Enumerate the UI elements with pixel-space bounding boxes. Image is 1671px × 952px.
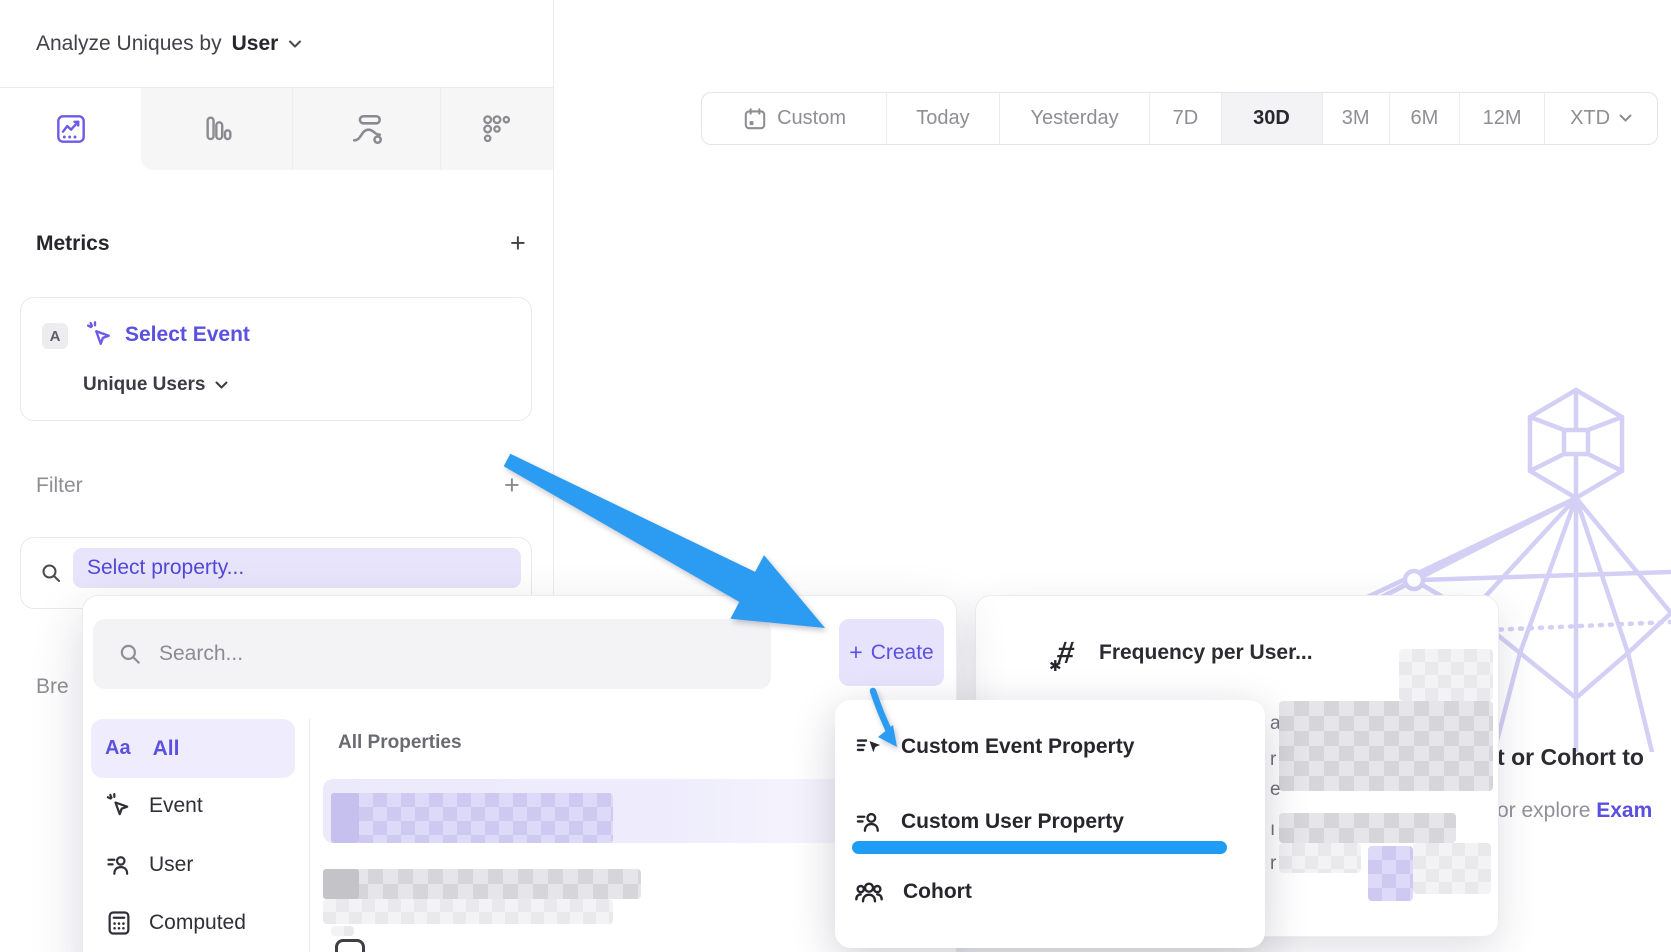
breakdown-section-title: Bre [36, 675, 69, 699]
calendar-icon [742, 106, 768, 132]
redacted-block [1279, 701, 1493, 791]
redacted-block [1279, 813, 1456, 843]
category-user[interactable]: User [105, 851, 193, 879]
date-option-today[interactable]: Today [886, 93, 999, 144]
create-button[interactable]: + Create [839, 619, 944, 686]
analyze-by-selector[interactable]: User [232, 32, 279, 56]
tab-retention[interactable] [440, 88, 553, 170]
search-placeholder: Search... [159, 642, 243, 666]
select-event-button[interactable]: Select Event [125, 323, 250, 347]
user-icon [105, 851, 133, 879]
examples-link[interactable]: Exam [1596, 799, 1652, 822]
property-search-input[interactable]: Search... [93, 619, 771, 689]
redacted-property-icon [323, 869, 359, 899]
date-option-30d-selected[interactable]: 30D [1221, 93, 1322, 144]
tab-insights-selected[interactable] [0, 88, 141, 170]
redacted-block [1279, 843, 1361, 873]
metrics-section-title: Metrics [36, 232, 110, 256]
frequency-panel-title: Frequency per User... [1099, 641, 1313, 665]
chevron-down-icon [215, 381, 228, 390]
add-filter-button[interactable]: + [504, 475, 520, 495]
text-format-icon: Aa [105, 737, 131, 760]
redacted-stub [331, 926, 354, 936]
annotation-underline [852, 841, 1227, 854]
redacted-text-fragment: ı [1270, 819, 1275, 841]
create-menu-popup: Custom Event Property Custom User Proper… [835, 700, 1265, 948]
date-option-xtd[interactable]: XTD [1544, 93, 1657, 144]
tab-bar-chart[interactable] [141, 88, 291, 170]
analyze-uniques-row: Analyze Uniques by User [36, 24, 302, 64]
redacted-block [1413, 843, 1491, 894]
empty-state-heading: nt or Cohort to [1483, 744, 1644, 771]
date-option-custom[interactable]: Custom [702, 93, 886, 144]
date-option-6m[interactable]: 6M [1389, 93, 1459, 144]
redacted-property-name [331, 793, 613, 843]
search-icon [39, 561, 63, 585]
filter-section-title: Filter [36, 474, 83, 498]
flows-tab-icon [350, 112, 384, 146]
date-option-3m[interactable]: 3M [1322, 93, 1389, 144]
property-selector-dropdown: Search... + Create Aa All Event User Com… [82, 595, 957, 952]
empty-state-subtext: or explore Exam [1497, 799, 1652, 823]
insights-tab-icon [55, 113, 87, 145]
tab-flows[interactable] [292, 88, 440, 170]
hash-frequency-icon: #✱ [1049, 641, 1085, 677]
date-option-12m[interactable]: 12M [1459, 93, 1544, 144]
retention-tab-icon [481, 113, 513, 145]
cohort-icon [853, 876, 885, 908]
custom-event-property-icon [855, 733, 883, 761]
computed-icon [105, 909, 133, 937]
aggregation-selector[interactable]: Unique Users [83, 374, 228, 396]
menu-item-cohort[interactable]: Cohort [853, 878, 972, 906]
custom-user-property-icon [855, 808, 883, 836]
category-all-selected[interactable]: Aa All [91, 719, 295, 778]
chevron-down-icon[interactable] [288, 40, 302, 49]
category-event[interactable]: Event [105, 792, 203, 820]
plus-icon: + [849, 639, 862, 666]
add-metric-button[interactable]: + [510, 233, 526, 253]
event-spark-icon [85, 320, 115, 350]
redacted-block-purple [1368, 846, 1413, 901]
chart-type-tabs [0, 87, 553, 170]
metric-card[interactable]: A Select Event Unique Users [20, 297, 532, 421]
redacted-block [1399, 649, 1493, 701]
category-computed[interactable]: Computed [105, 909, 246, 937]
date-option-7d[interactable]: 7D [1149, 93, 1220, 144]
redacted-text-fragment: r [1270, 853, 1276, 875]
search-icon [117, 641, 143, 667]
redacted-text-fragment: r [1270, 749, 1276, 771]
redacted-property-row[interactable] [323, 869, 641, 899]
event-spark-icon [105, 792, 133, 820]
date-range-control: Custom Today Yesterday 7D 30D 3M 6M 12M … [701, 92, 1658, 145]
analyze-label: Analyze Uniques by [36, 32, 222, 56]
bar-chart-tab-icon [201, 113, 233, 145]
redacted-property-row[interactable] [323, 899, 613, 924]
series-badge: A [42, 323, 68, 349]
chevron-down-icon [1619, 114, 1632, 123]
property-list-header: All Properties [338, 732, 462, 754]
menu-item-custom-user-property[interactable]: Custom User Property [855, 808, 1124, 836]
empty-state-subtext-muted: or explore [1497, 799, 1596, 822]
date-option-yesterday[interactable]: Yesterday [999, 93, 1149, 144]
redacted-property-icon [331, 793, 359, 843]
menu-item-custom-event-property[interactable]: Custom Event Property [855, 733, 1134, 761]
select-property-input[interactable]: Select property... [73, 548, 521, 588]
group-header-icon [335, 939, 365, 952]
list-divider [309, 719, 310, 952]
insights-report-page: nt or Cohort to or explore Exam Custom T… [0, 0, 1671, 952]
